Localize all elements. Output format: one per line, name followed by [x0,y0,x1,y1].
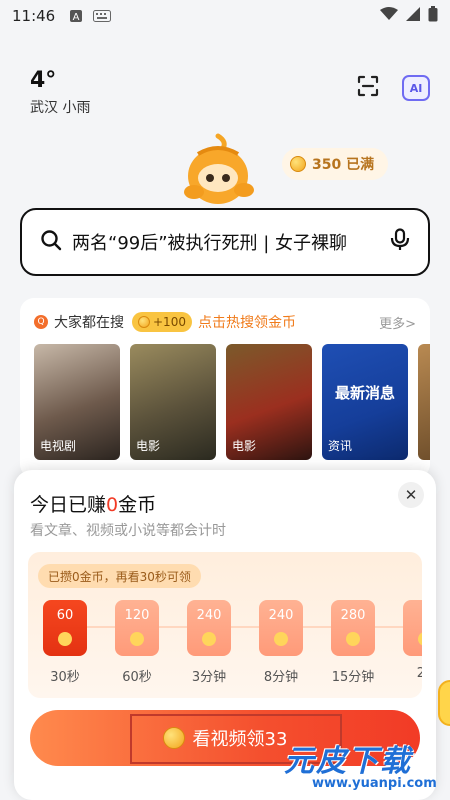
reward-step[interactable]: 240 3分钟 [186,600,232,685]
red-envelope-icon: 240 [259,600,303,656]
reward-steps: 60 30秒 120 60秒 240 3分钟 240 8分钟 280 15分钟 … [42,600,422,685]
hot-search-promo[interactable]: 点击热搜领金币 [198,312,296,332]
hot-item-tag: 资讯 [328,439,353,453]
earnings-title: 今日已赚0金币 [30,490,156,517]
top-actions: AI [356,74,430,102]
reward-progress-card: 已攒0金币，再看30秒可领 60 30秒 120 60秒 240 3分钟 240… [28,552,422,698]
reward-time-label: 60秒 [122,670,152,685]
hot-search-thumbnails: 电视剧 电影 电影 最新消息 资讯 [20,332,430,460]
search-bar[interactable]: 两名“99后”被执行死刑 | 女子裸聊 [20,208,430,276]
hot-item-headline: 最新消息 [334,384,395,402]
weather-temperature: 4° [30,68,57,93]
red-envelope-icon: 120 [115,600,159,656]
weather-widget[interactable]: 4° 武汉 小雨 [30,68,90,117]
reward-time-label: 8分钟 [263,670,299,685]
status-bar: 11:46 A [0,0,450,32]
hot-item-tag: 电视剧 [40,439,77,453]
watermark-logo: 元皮下载 www.yuanpi.com [278,736,438,796]
hot-search-icon: Q [34,315,48,329]
hot-item-card[interactable]: 最新消息 资讯 [322,344,408,460]
earnings-count: 0 [106,494,119,516]
reward-step[interactable]: 240 8分钟 [258,600,304,685]
earnings-title-prefix: 今日已赚 [30,494,107,516]
coin-balance-badge[interactable]: 350 已满 [282,148,389,180]
bonus-badge: +100 [132,312,192,332]
red-envelope-icon: 280 [331,600,375,656]
reward-step[interactable]: 280 15分钟 [330,600,376,685]
coin-icon [138,316,150,328]
status-time: 11:46 [12,7,56,25]
red-envelope-icon [403,600,422,656]
mascot-illustration [168,132,268,212]
reward-time-label: 30秒 [50,670,80,685]
keyboard-icon [93,10,112,22]
close-button[interactable]: ✕ [398,482,424,508]
red-envelope-icon: 60 [43,600,87,656]
a-notification-icon: A [69,9,83,23]
watermark-url: www.yuanpi.com [312,776,437,791]
floating-coin-bubble[interactable] [438,680,450,726]
hot-search-header: Q 大家都在搜 +100 点击热搜领金币 更多> [20,298,430,332]
reward-time-label: 3分钟 [191,670,227,685]
more-link[interactable]: 更多> [379,313,416,332]
close-icon: ✕ [404,486,418,504]
hot-item-card[interactable]: 电影 [226,344,312,460]
coin-icon [290,156,306,172]
reward-time-label: 15分钟 [331,670,375,685]
reward-step[interactable]: 120 60秒 [114,600,160,685]
watermark-brand: 元皮下载 [284,744,412,779]
hot-item-card[interactable]: 电视剧 [34,344,120,460]
search-icon [40,229,62,255]
hot-item-card[interactable]: 电影 [130,344,216,460]
signal-icon [406,7,420,25]
ai-assistant-icon[interactable]: AI [402,75,430,101]
weather-city: 武汉 小雨 [30,100,91,116]
reward-step[interactable]: 25 [402,600,422,685]
battery-icon [428,6,438,26]
earnings-subtitle: 看文章、视频或小说等都会计时 [30,523,226,539]
earnings-title-suffix: 金币 [118,494,157,516]
scan-icon[interactable] [356,74,380,102]
hot-search-panel: Q 大家都在搜 +100 点击热搜领金币 更多> 电视剧 电影 电影 最新消息 … [20,298,430,478]
reward-time-label: 25 [416,666,422,681]
microphone-icon[interactable] [390,228,410,256]
search-query-text[interactable]: 两名“99后”被执行死刑 | 女子裸聊 [72,229,380,255]
hot-search-title: 大家都在搜 [54,315,124,331]
svg-text:A: A [73,12,80,23]
coin-balance-text: 350 已满 [312,157,375,173]
red-envelope-icon: 240 [187,600,231,656]
progress-tip: 已攒0金币，再看30秒可领 [38,564,201,588]
hot-item-tag: 电影 [232,439,257,453]
reward-step[interactable]: 60 30秒 [42,600,88,685]
hot-item-tag: 电影 [136,439,161,453]
hot-item-card-partial[interactable] [418,344,430,460]
wifi-icon [380,7,398,25]
bonus-badge-text: +100 [153,315,186,329]
